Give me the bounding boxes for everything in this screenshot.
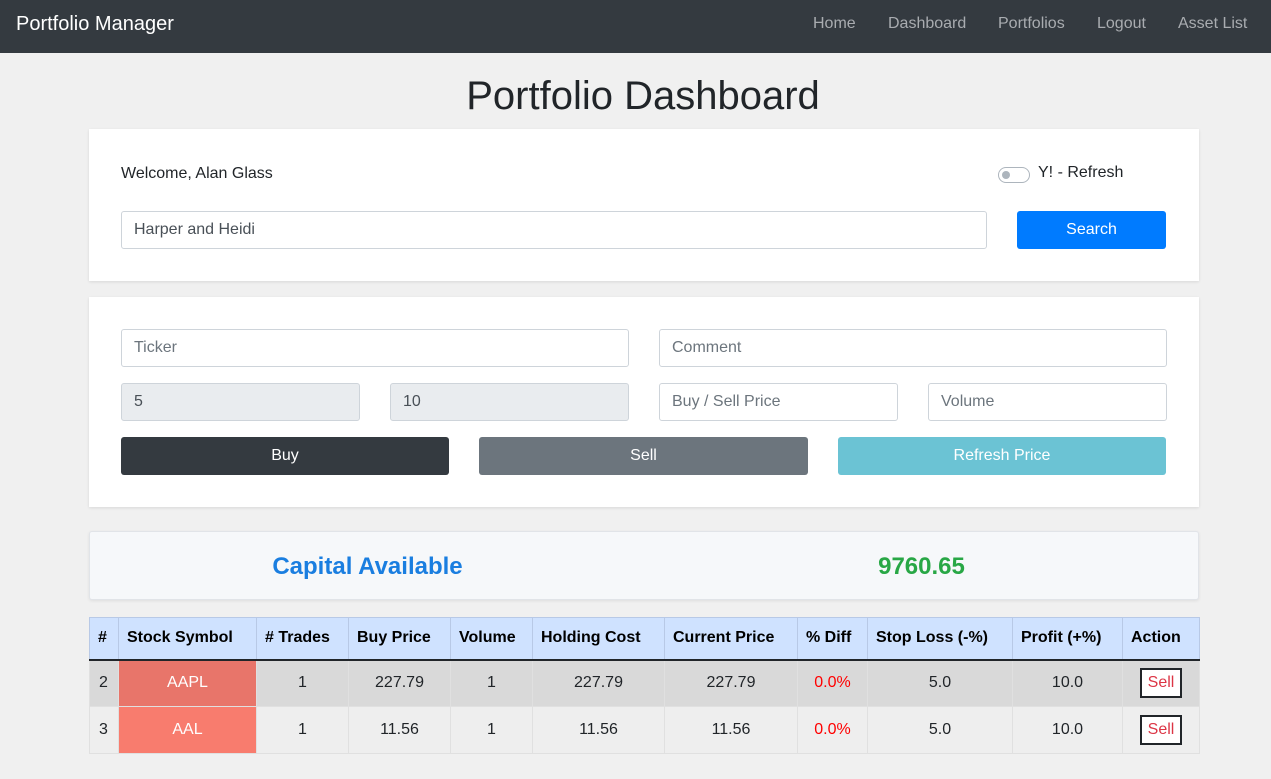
cell-buy-price: 11.56 <box>348 706 451 754</box>
portfolio-search-input[interactable] <box>121 211 987 249</box>
col-header-diff: % Diff <box>797 617 868 661</box>
trade-form: Buy Sell Refresh Price <box>89 297 1199 507</box>
cell-diff: 0.0% <box>797 659 868 707</box>
price-input[interactable] <box>659 383 898 421</box>
welcome-text: Welcome, Alan Glass <box>121 165 273 182</box>
col-header-holding-cost: Holding Cost <box>532 617 665 661</box>
cell-stop-loss: 5.0 <box>867 659 1013 707</box>
cell-action: Sell <box>1122 706 1200 754</box>
cell-trades: 1 <box>256 659 349 707</box>
navbar-brand[interactable]: Portfolio Manager <box>16 13 174 36</box>
nav-asset-list[interactable]: Asset List <box>1178 15 1247 33</box>
cell-stop-loss: 5.0 <box>867 706 1013 754</box>
table-row: 3 AAL 1 11.56 1 11.56 11.56 0.0% 5.0 10.… <box>89 706 1200 754</box>
cell-volume: 1 <box>450 706 533 754</box>
cell-profit: 10.0 <box>1012 659 1123 707</box>
top-navbar: Portfolio Manager Home Dashboard Portfol… <box>0 0 1271 53</box>
cell-number: 2 <box>89 659 119 707</box>
comment-input[interactable] <box>659 329 1167 367</box>
stop-loss-field[interactable] <box>121 383 360 421</box>
refresh-price-button[interactable]: Refresh Price <box>838 437 1166 475</box>
volume-input[interactable] <box>928 383 1167 421</box>
nav-dashboard[interactable]: Dashboard <box>888 15 966 33</box>
refresh-toggle-label: Y! - Refresh <box>1038 164 1124 181</box>
page-title: Portfolio Dashboard <box>466 74 820 118</box>
profit-target-field[interactable] <box>390 383 629 421</box>
cell-diff: 0.0% <box>797 706 868 754</box>
user-panel: Welcome, Alan Glass Y! - Refresh Search <box>89 129 1199 281</box>
refresh-toggle[interactable] <box>998 167 1030 183</box>
col-header-trades: # Trades <box>256 617 349 661</box>
cell-profit: 10.0 <box>1012 706 1123 754</box>
col-header-profit: Profit (+%) <box>1012 617 1123 661</box>
row-sell-button[interactable]: Sell <box>1140 668 1182 699</box>
capital-value: 9760.65 <box>878 553 965 580</box>
nav-logout[interactable]: Logout <box>1097 15 1146 33</box>
nav-home[interactable]: Home <box>813 15 856 33</box>
cell-action: Sell <box>1122 659 1200 707</box>
sell-button[interactable]: Sell <box>479 437 808 475</box>
table-row: 2 AAPL 1 227.79 1 227.79 227.79 0.0% 5.0… <box>89 659 1200 707</box>
col-header-volume: Volume <box>450 617 533 661</box>
nav-portfolios[interactable]: Portfolios <box>998 15 1065 33</box>
cell-symbol: AAPL <box>118 659 257 707</box>
col-header-buy-price: Buy Price <box>348 617 451 661</box>
cell-current-price: 11.56 <box>664 706 798 754</box>
cell-holding-cost: 227.79 <box>532 659 665 707</box>
cell-trades: 1 <box>256 706 349 754</box>
buy-button[interactable]: Buy <box>121 437 449 475</box>
cell-volume: 1 <box>450 659 533 707</box>
ticker-input[interactable] <box>121 329 629 367</box>
cell-buy-price: 227.79 <box>348 659 451 707</box>
search-button[interactable]: Search <box>1017 211 1166 249</box>
cell-holding-cost: 11.56 <box>532 706 665 754</box>
capital-summary: Capital Available 9760.65 <box>89 531 1199 600</box>
col-header-symbol: Stock Symbol <box>118 617 257 661</box>
capital-label: Capital Available <box>272 553 463 580</box>
col-header-action: Action <box>1122 617 1200 661</box>
holdings-table: # Stock Symbol # Trades Buy Price Volume… <box>89 617 1200 754</box>
row-sell-button[interactable]: Sell <box>1140 715 1182 745</box>
table-header-row: # Stock Symbol # Trades Buy Price Volume… <box>89 617 1200 661</box>
cell-symbol: AAL <box>118 706 257 754</box>
col-header-stop-loss: Stop Loss (-%) <box>867 617 1013 661</box>
cell-number: 3 <box>89 706 119 754</box>
col-header-current-price: Current Price <box>664 617 798 661</box>
cell-current-price: 227.79 <box>664 659 798 707</box>
toggle-knob <box>1002 171 1010 179</box>
col-header-number: # <box>89 617 119 661</box>
